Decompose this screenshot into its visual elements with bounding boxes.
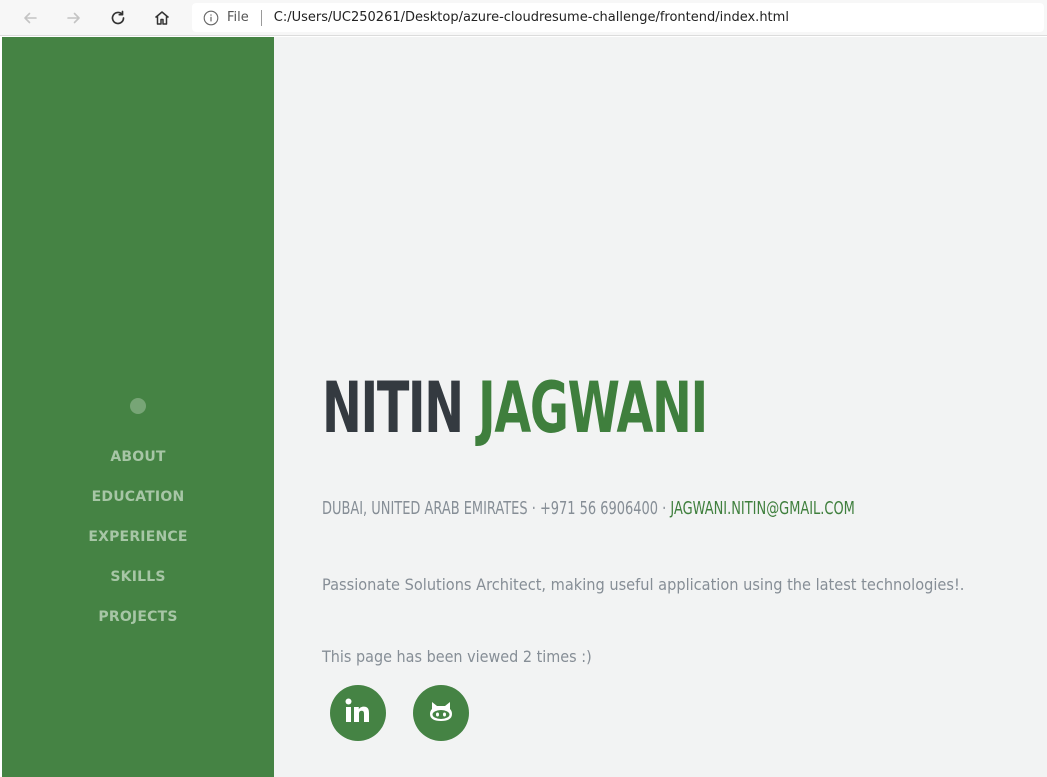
- linkedin-button[interactable]: [330, 685, 386, 741]
- address-bar[interactable]: File C:/Users/UC250261/Desktop/azure-clo…: [192, 3, 1044, 32]
- address-divider: [260, 9, 262, 26]
- browser-toolbar: File C:/Users/UC250261/Desktop/azure-clo…: [0, 0, 1047, 36]
- phone-text: +971 56 6906400: [539, 498, 658, 519]
- location-text: DUBAI, UNITED ARAB EMIRATES: [322, 498, 528, 519]
- view-counter: This page has been viewed 2 times :): [322, 647, 592, 666]
- nav-link-projects[interactable]: PROJECTS: [98, 609, 177, 625]
- contact-separator: ·: [527, 498, 540, 519]
- first-name: NITIN: [322, 367, 464, 449]
- nav-link-about[interactable]: ABOUT: [110, 449, 165, 465]
- contact-separator: ·: [657, 498, 671, 519]
- github-icon: [426, 696, 456, 730]
- forward-arrow-icon[interactable]: [62, 6, 86, 30]
- nav-item-about[interactable]: ABOUT: [2, 437, 274, 477]
- page-title: NITIN JAGWANI: [322, 373, 708, 443]
- nav-item-education[interactable]: EDUCATION: [2, 477, 274, 517]
- email-link[interactable]: JAGWANI.NITIN@GMAIL.COM: [670, 498, 854, 519]
- linkedin-icon: [343, 696, 373, 730]
- github-button[interactable]: [413, 685, 469, 741]
- nav-link-skills[interactable]: SKILLS: [110, 569, 165, 585]
- file-scheme-label: File: [227, 10, 249, 25]
- refresh-icon[interactable]: [106, 6, 130, 30]
- last-name: JAGWANI: [477, 367, 708, 449]
- nav-item-experience[interactable]: EXPERIENCE: [2, 517, 274, 557]
- contact-line: DUBAI, UNITED ARAB EMIRATES · +971 56 69…: [322, 498, 855, 519]
- about-section: NITIN JAGWANI DUBAI, UNITED ARAB EMIRATE…: [274, 37, 1047, 777]
- nav-item-skills[interactable]: SKILLS: [2, 557, 274, 597]
- nav-list: ABOUT EDUCATION EXPERIENCE SKILLS PROJEC…: [2, 437, 274, 637]
- nav-link-education[interactable]: EDUCATION: [92, 489, 185, 505]
- sidebar-nav: ABOUT EDUCATION EXPERIENCE SKILLS PROJEC…: [2, 37, 274, 777]
- home-icon[interactable]: [150, 6, 174, 30]
- back-arrow-icon[interactable]: [18, 6, 42, 30]
- avatar: [130, 398, 146, 414]
- nav-item-projects[interactable]: PROJECTS: [2, 597, 274, 637]
- url-text[interactable]: C:/Users/UC250261/Desktop/azure-cloudres…: [274, 10, 789, 25]
- lead-text: Passionate Solutions Architect, making u…: [322, 575, 965, 594]
- info-icon[interactable]: [203, 10, 219, 26]
- nav-link-experience[interactable]: EXPERIENCE: [88, 529, 187, 545]
